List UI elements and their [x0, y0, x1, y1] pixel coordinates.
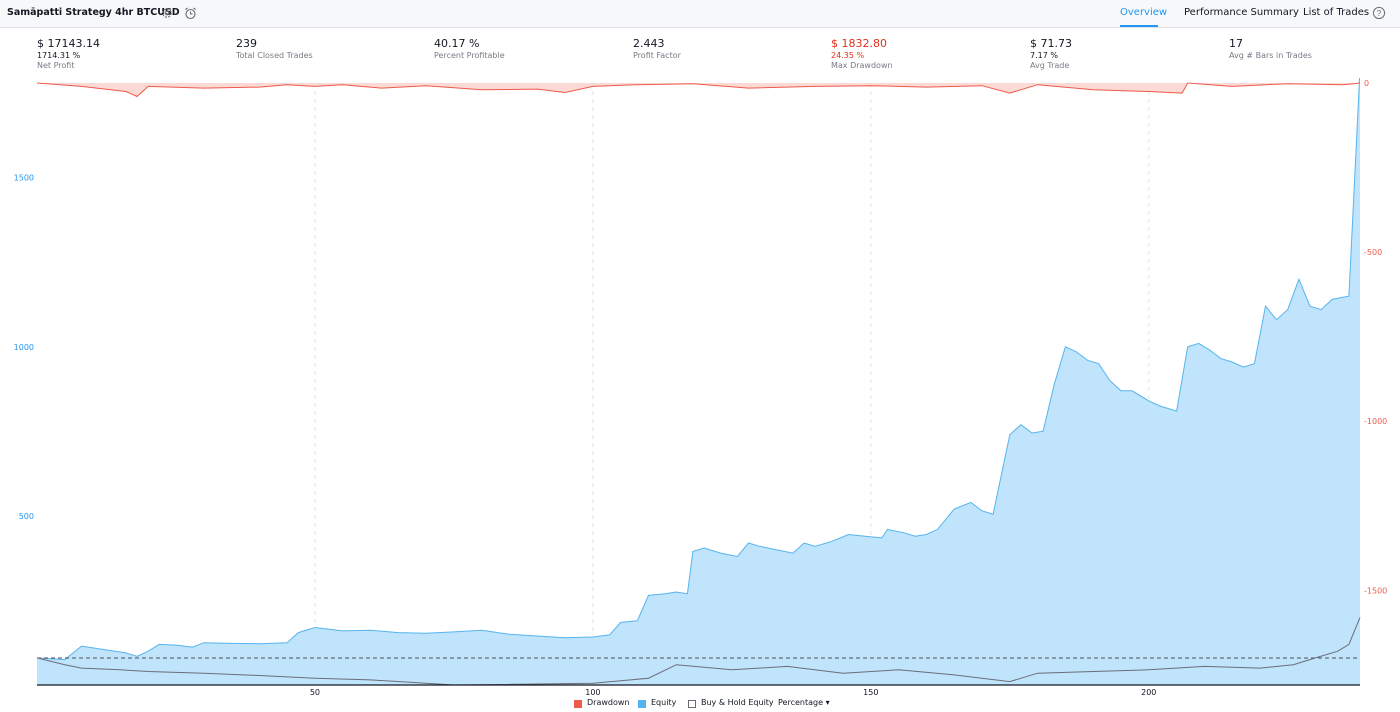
x-tick-label: 100 — [585, 688, 600, 695]
stat-value: $ 71.73 — [1030, 37, 1072, 50]
stat-net-profit: $ 17143.14 1714.31 % Net Profit — [37, 37, 100, 71]
stat-sub: 7.17 % — [1030, 51, 1058, 60]
stat-profit-factor: 2.443 Profit Factor — [633, 37, 681, 61]
right-axis-tick-label: -500 — [1364, 248, 1382, 257]
top-bar: Samāpatti Strategy 4hr BTCUSD Overview P… — [0, 0, 1400, 28]
left-axis-tick-label: 1000 — [14, 343, 34, 352]
legend-equity[interactable]: Equity — [651, 698, 676, 707]
buyhold-legend-checkbox[interactable] — [688, 700, 696, 708]
right-axis-tick-label: 0 — [1364, 79, 1369, 88]
stat-value: $ 1832.80 — [831, 37, 887, 50]
caret-down-icon: ▾ — [825, 698, 830, 707]
stat-value: 40.17 % — [434, 37, 480, 50]
stat-value: 17 — [1229, 37, 1243, 50]
stat-sub: 1714.31 % — [37, 51, 81, 60]
x-tick-label: 200 — [1141, 688, 1156, 695]
x-tick-label: 50 — [310, 688, 320, 695]
stat-sub: 24.35 % — [831, 51, 865, 60]
stat-total-closed-trades: 239 Total Closed Trades — [236, 37, 313, 61]
stat-label: Max Drawdown — [831, 61, 893, 70]
percentage-dropdown[interactable]: Percentage ▾ — [778, 698, 830, 707]
stat-percent-profitable: 40.17 % Percent Profitable — [434, 37, 505, 61]
stat-label: Profit Factor — [633, 51, 681, 60]
svg-text:?: ? — [1377, 9, 1382, 18]
stat-label: Total Closed Trades — [236, 51, 313, 60]
equity-legend-swatch[interactable] — [638, 700, 646, 708]
x-tick-label: 150 — [863, 688, 878, 695]
stat-label: Avg # Bars in Trades — [1229, 51, 1312, 60]
stat-value: 239 — [236, 37, 257, 50]
legend-buy-hold-equity[interactable]: Buy & Hold Equity — [701, 698, 774, 707]
stat-label: Percent Profitable — [434, 51, 505, 60]
stat-label: Net Profit — [37, 61, 75, 70]
drawdown-legend-swatch[interactable] — [574, 700, 582, 708]
drawdown-area — [37, 83, 1360, 97]
stat-max-drawdown: $ 1832.80 24.35 % Max Drawdown — [831, 37, 893, 71]
left-axis-tick-label: 1500 — [14, 174, 34, 183]
gear-icon[interactable] — [160, 6, 174, 20]
percentage-label: Percentage — [778, 698, 824, 707]
right-axis-tick-label: -1000 — [1364, 417, 1387, 426]
stat-avg-trade: $ 71.73 7.17 % Avg Trade — [1030, 37, 1072, 71]
tab-list-of-trades[interactable]: List of Trades — [1303, 7, 1369, 18]
legend-drawdown[interactable]: Drawdown — [587, 698, 629, 707]
right-axis-tick-label: -1500 — [1364, 586, 1387, 595]
help-icon[interactable]: ? — [1372, 6, 1386, 20]
stat-label: Avg Trade — [1030, 61, 1070, 70]
strategy-title: Samāpatti Strategy 4hr BTCUSD — [7, 7, 180, 18]
stat-value: 2.443 — [633, 37, 665, 50]
stat-avg-bars-in-trades: 17 Avg # Bars in Trades — [1229, 37, 1312, 61]
alarm-clock-icon[interactable] — [183, 6, 198, 21]
equity-chart: 50 100 150 200 500 1000 1500 0 -500 -1000 -1500 — [14, 78, 1387, 695]
tab-overview[interactable]: Overview — [1120, 7, 1167, 18]
left-axis-tick-label: 500 — [19, 512, 34, 521]
tab-performance-summary[interactable]: Performance Summary — [1184, 7, 1299, 18]
active-tab-indicator — [1120, 25, 1158, 27]
stat-value: $ 17143.14 — [37, 37, 100, 50]
equity-area — [37, 78, 1360, 685]
